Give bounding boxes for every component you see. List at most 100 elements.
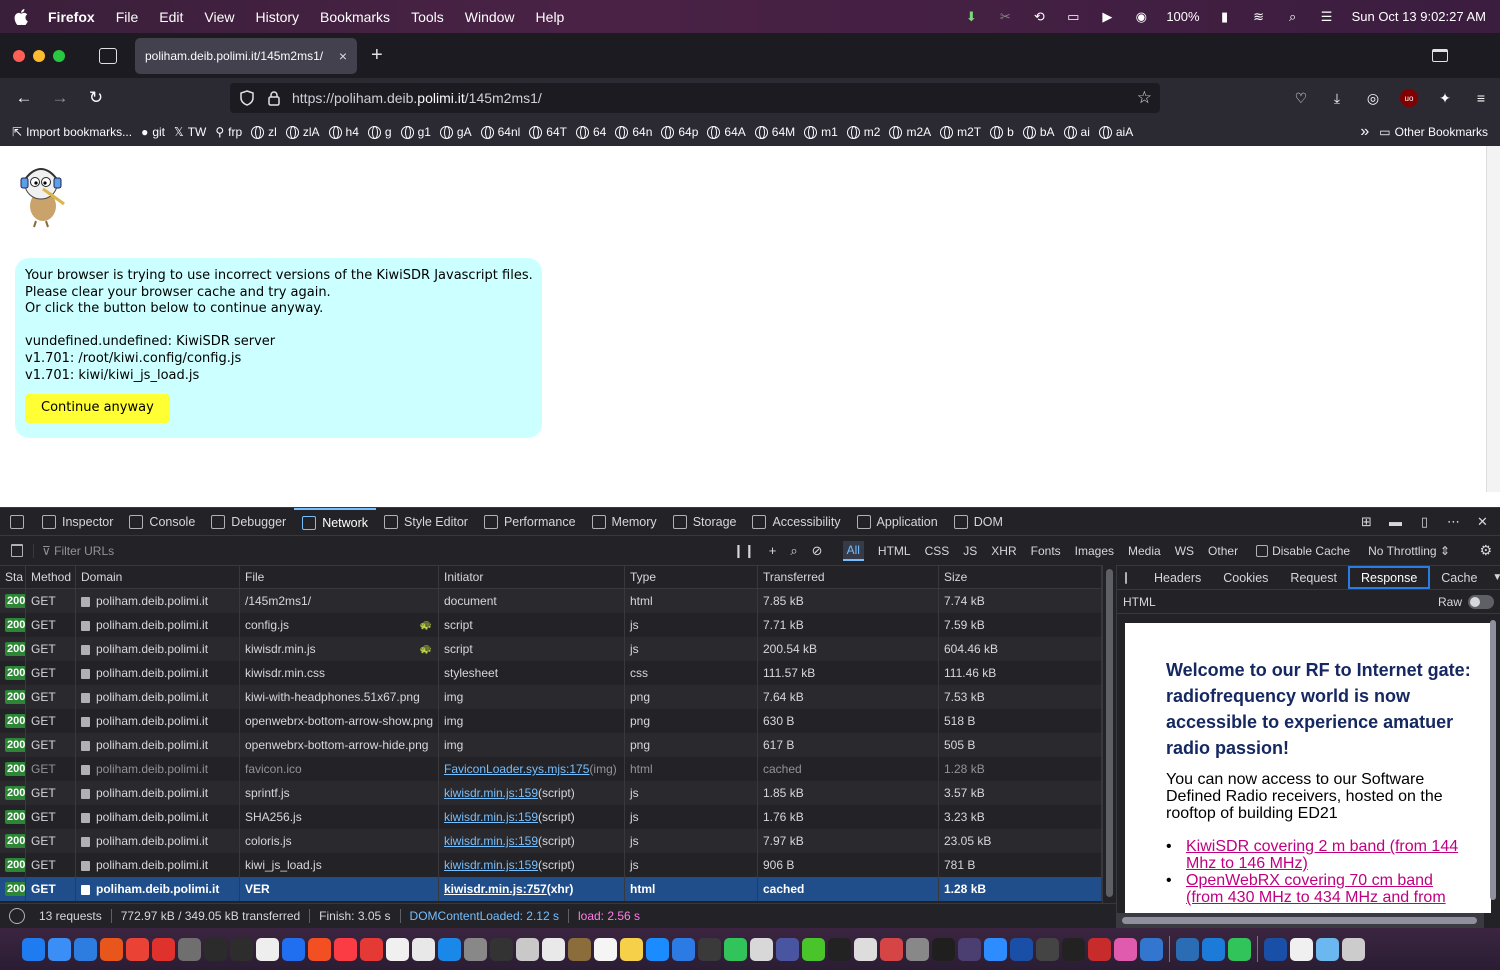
continue-anyway-button[interactable]: Continue anyway xyxy=(25,394,170,423)
table-row[interactable]: 200 GET poliham.deib.polimi.it openwebrx-bo… xyxy=(0,733,1102,757)
extensions-icon[interactable]: ✦ xyxy=(1436,89,1454,107)
filter-all[interactable]: All xyxy=(842,540,864,561)
dock-app-icon[interactable] xyxy=(178,937,201,961)
dock-app-icon[interactable] xyxy=(126,937,149,961)
dock-app-icon[interactable] xyxy=(620,937,643,961)
table-row[interactable]: 200 GET poliham.deib.polimi.it VER kiwisdr.m… xyxy=(0,877,1102,901)
app-menu-firefox[interactable]: Firefox xyxy=(48,9,95,25)
page-scrollbar[interactable] xyxy=(1486,146,1500,492)
block-icon[interactable]: ⊘ xyxy=(812,543,823,559)
table-scrollbar[interactable] xyxy=(1102,565,1116,903)
bookmark-64n[interactable]: 64n xyxy=(615,125,652,139)
bookmark-import[interactable]: ⇱ Import bookmarks... xyxy=(12,125,132,139)
dock-app-icon[interactable] xyxy=(594,937,617,961)
filter-media[interactable]: Media xyxy=(1128,544,1161,558)
preview-horizontal-scrollbar[interactable] xyxy=(1116,913,1484,928)
tab-response[interactable]: Response xyxy=(1347,566,1431,589)
bookmark-64nl[interactable]: 64nl xyxy=(480,125,520,139)
download-status-icon[interactable]: ⬇ xyxy=(962,9,980,24)
zoom-window-button[interactable] xyxy=(53,49,65,62)
new-tab-button[interactable]: + xyxy=(371,44,383,67)
table-row[interactable]: 200 GET poliham.deib.polimi.it favicon.ico F… xyxy=(0,757,1102,781)
col-domain[interactable]: Domain xyxy=(76,566,240,588)
menubar-clock[interactable]: Sun Oct 13 9:02:27 AM xyxy=(1352,9,1486,24)
responsive-design-icon[interactable]: ⊞ xyxy=(1359,514,1374,529)
forward-icon[interactable]: → xyxy=(42,88,78,108)
bookmark-tw[interactable]: 𝕏 TW xyxy=(174,125,206,139)
browser-tab[interactable]: poliham.deib.polimi.it/145m2ms1/ × xyxy=(135,37,357,74)
filter-fonts[interactable]: Fonts xyxy=(1031,544,1061,558)
bookmark-64a[interactable]: 64A xyxy=(707,125,746,139)
dock-app-icon[interactable] xyxy=(1062,937,1085,961)
col-transferred[interactable]: Transferred xyxy=(758,566,939,588)
scissors-icon[interactable]: ✂ xyxy=(996,9,1014,24)
preview-link[interactable]: OpenWebRX covering 70 cm band (from 430 … xyxy=(1186,872,1446,906)
dock-app-icon[interactable] xyxy=(1176,937,1199,961)
col-file[interactable]: File xyxy=(240,566,439,588)
initiator-link[interactable]: kiwisdr.min.js:757 xyxy=(444,882,547,896)
dock-app-icon[interactable] xyxy=(646,937,669,961)
dock-app-icon[interactable] xyxy=(204,937,227,961)
more-options-icon[interactable]: ⋯ xyxy=(1446,514,1461,529)
ublock-icon[interactable]: uo xyxy=(1400,89,1418,107)
bookmark-h4[interactable]: h4 xyxy=(328,125,359,139)
dock-app-icon[interactable] xyxy=(308,937,331,961)
menu-help[interactable]: Help xyxy=(536,9,565,25)
tab-list-icon[interactable] xyxy=(99,47,117,64)
dock-app-icon[interactable] xyxy=(282,937,305,961)
filter-html[interactable]: HTML xyxy=(878,544,911,558)
dock-app-icon[interactable] xyxy=(880,937,903,961)
dock-app-icon[interactable] xyxy=(386,937,409,961)
dock-app-icon[interactable] xyxy=(464,937,487,961)
dock-app-icon[interactable] xyxy=(568,937,591,961)
dock-app-icon[interactable] xyxy=(542,937,565,961)
bookmark-64m[interactable]: 64M xyxy=(754,125,795,139)
dock-app-icon[interactable] xyxy=(672,937,695,961)
reload-icon[interactable]: ↻ xyxy=(78,88,114,108)
scroll-thumb[interactable] xyxy=(1490,620,1496,900)
initiator-link[interactable]: kiwisdr.min.js:159 xyxy=(444,810,538,824)
close-devtools-icon[interactable]: ✕ xyxy=(1475,514,1490,529)
throttling-select[interactable]: No Throttling ⇕ xyxy=(1368,544,1450,558)
close-window-button[interactable] xyxy=(13,49,25,62)
control-center-icon[interactable]: ☰ xyxy=(1318,9,1336,24)
dock-app-icon[interactable] xyxy=(1088,937,1111,961)
search-icon[interactable]: ⌕ xyxy=(790,543,797,559)
bookmark-64p[interactable]: 64p xyxy=(661,125,698,139)
preview-vertical-scrollbar[interactable] xyxy=(1488,620,1498,910)
table-row[interactable]: 200 GET poliham.deib.polimi.it config.js 🐢 sc… xyxy=(0,613,1102,637)
more-tabs-chevron-icon[interactable]: ▼ xyxy=(1492,572,1500,583)
dock-app-icon[interactable] xyxy=(438,937,461,961)
table-row[interactable]: 200 GET poliham.deib.polimi.it SHA256.js kiw… xyxy=(0,805,1102,829)
dock-app-icon[interactable] xyxy=(750,937,773,961)
dock-app-icon[interactable] xyxy=(1316,937,1339,961)
dock-app-icon[interactable] xyxy=(906,937,929,961)
dock-app-icon[interactable] xyxy=(1114,937,1137,961)
bookmark-m2[interactable]: m2 xyxy=(846,125,880,139)
initiator-link[interactable]: FaviconLoader.sys.mjs:175 xyxy=(444,762,589,776)
bookmark-64[interactable]: 64 xyxy=(575,125,606,139)
dock-app-icon[interactable] xyxy=(1290,937,1313,961)
dock-app-icon[interactable] xyxy=(334,937,357,961)
table-row[interactable]: 200 GET poliham.deib.polimi.it kiwi_js_load… xyxy=(0,853,1102,877)
bookmark-ai[interactable]: ai xyxy=(1063,125,1090,139)
dock-app-icon[interactable] xyxy=(958,937,981,961)
ruler-icon[interactable]: ▬ xyxy=(1388,514,1403,529)
tab-dom[interactable]: DOM xyxy=(946,508,1011,536)
scroll-thumb[interactable] xyxy=(1122,917,1477,924)
dock-app-icon[interactable] xyxy=(100,937,123,961)
bookmark-ba[interactable]: bA xyxy=(1022,125,1055,139)
dock-app-icon[interactable] xyxy=(412,937,435,961)
filter-urls-input[interactable]: ⊽ Filter URLs xyxy=(33,543,723,558)
tab-cookies[interactable]: Cookies xyxy=(1212,566,1279,589)
dock-app-icon[interactable] xyxy=(74,937,97,961)
menu-file[interactable]: File xyxy=(116,9,139,25)
battery-icon[interactable]: ▮ xyxy=(1216,9,1234,24)
toggle-sidebar-icon[interactable] xyxy=(1125,571,1127,584)
bookmark-64t[interactable]: 64T xyxy=(529,125,567,139)
dock-app-icon[interactable] xyxy=(698,937,721,961)
screen-icon[interactable]: ▭ xyxy=(1064,9,1082,24)
tab-console[interactable]: Console xyxy=(121,508,203,536)
tab-cache[interactable]: Cache xyxy=(1430,566,1488,589)
account-icon[interactable]: ◎ xyxy=(1364,89,1382,107)
